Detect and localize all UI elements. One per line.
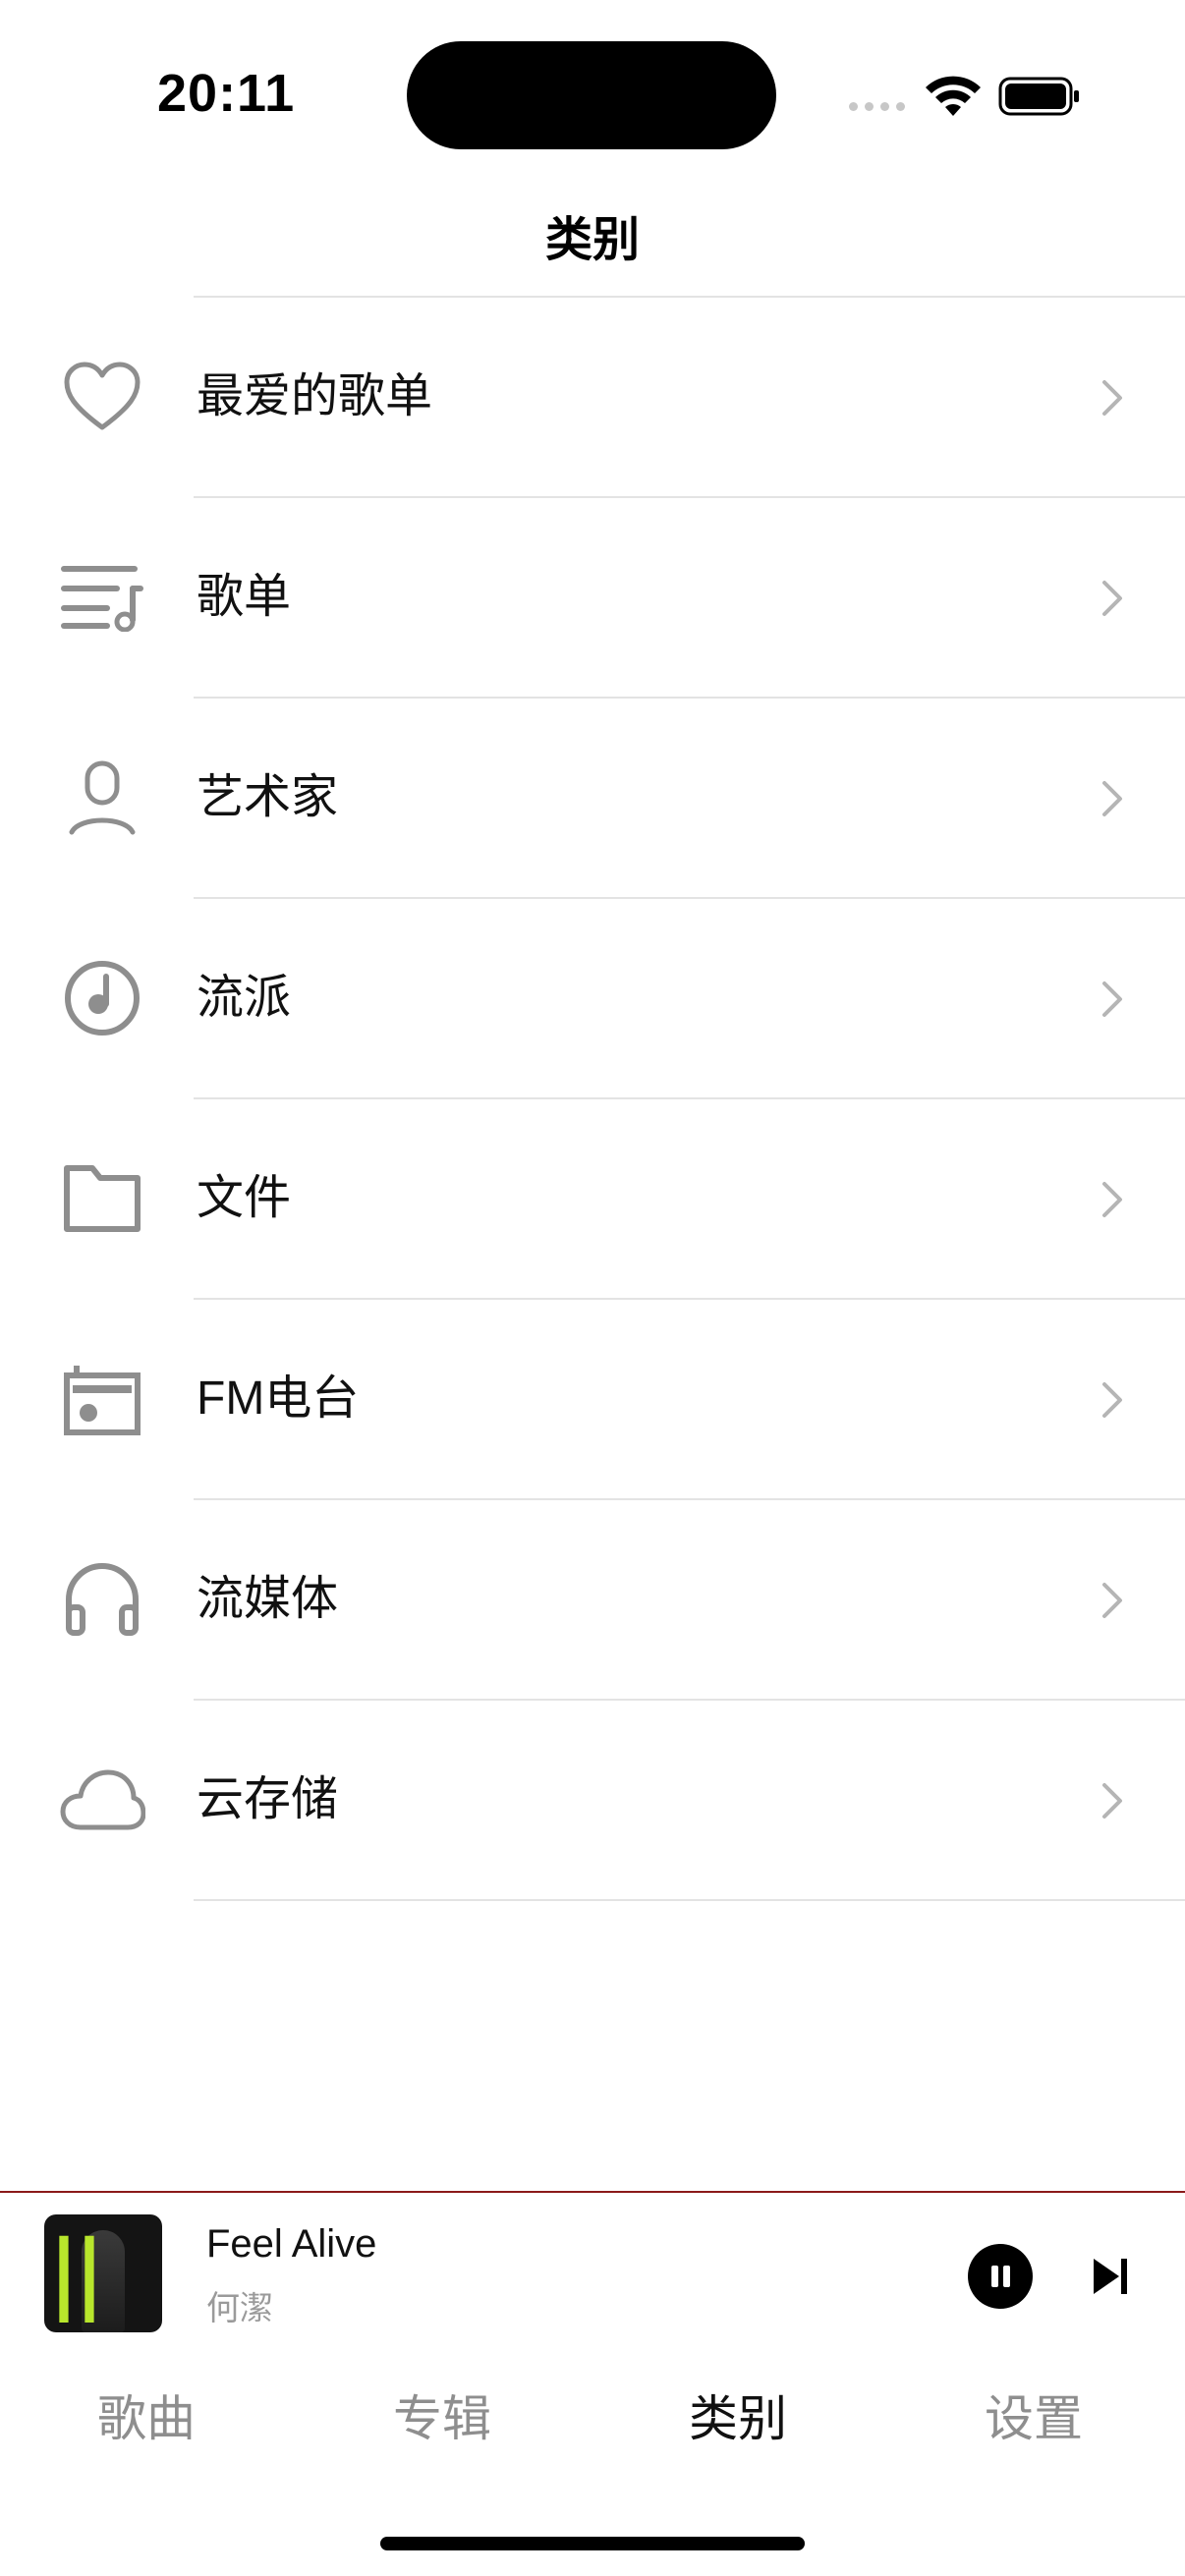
cellular-signal-icon	[849, 102, 905, 111]
category-label: 云存储	[197, 1773, 339, 1825]
pause-button[interactable]	[968, 2244, 1033, 2309]
headphones-icon	[57, 1557, 147, 1642]
chevron-right-icon	[1102, 581, 1122, 616]
category-label: 文件	[197, 1172, 292, 1224]
category-row-genres[interactable]: 流派	[0, 899, 1185, 1097]
status-time: 20:11	[157, 64, 296, 123]
folder-icon	[57, 1156, 147, 1241]
home-indicator[interactable]	[380, 2537, 805, 2550]
chevron-right-icon	[1102, 1783, 1122, 1819]
category-label: 艺术家	[197, 771, 339, 823]
cover-art-glyph: ||	[48, 2220, 105, 2323]
now-playing-title: Feel Alive	[206, 2222, 377, 2266]
tab-settings[interactable]: 设置	[935, 2360, 1132, 2478]
person-icon	[57, 756, 147, 840]
cloud-icon	[57, 1758, 147, 1842]
genre-icon	[57, 956, 147, 1040]
category-row-favorite-playlists[interactable]: 最爱的歌单	[0, 298, 1185, 496]
category-row-playlists[interactable]: 歌单	[0, 498, 1185, 697]
category-row-artists[interactable]: 艺术家	[0, 699, 1185, 897]
dynamic-island	[407, 41, 776, 149]
chevron-right-icon	[1102, 1382, 1122, 1418]
now-playing-artist: 何潔	[206, 2290, 273, 2327]
chevron-right-icon	[1102, 781, 1122, 816]
category-label: 最爱的歌单	[197, 370, 433, 422]
category-list: 最爱的歌单 歌单 艺术家 流派 文件 FM电台 流媒体 云存储	[0, 296, 1185, 1901]
category-label: 歌单	[197, 571, 292, 623]
wifi-icon	[926, 76, 981, 116]
tab-albums[interactable]: 专辑	[344, 2360, 540, 2478]
battery-icon	[998, 77, 1079, 116]
playlist-icon	[57, 555, 147, 640]
next-track-icon[interactable]	[1091, 2256, 1130, 2297]
chevron-right-icon	[1102, 1182, 1122, 1217]
page-title: 类别	[544, 214, 640, 266]
mini-player[interactable]: || Feel Alive 何潔	[0, 2193, 1185, 2360]
chevron-right-icon	[1102, 380, 1122, 416]
category-row-streaming[interactable]: 流媒体	[0, 1500, 1185, 1699]
chevron-right-icon	[1102, 981, 1122, 1017]
tab-bar: 歌曲 专辑 类别 设置	[0, 2360, 1185, 2478]
category-row-files[interactable]: 文件	[0, 1099, 1185, 1298]
radio-icon	[57, 1357, 147, 1441]
category-row-fm-radio[interactable]: FM电台	[0, 1300, 1185, 1498]
tab-categories[interactable]: 类别	[640, 2360, 836, 2478]
category-row-cloud-storage[interactable]: 云存储	[0, 1701, 1185, 1899]
tab-songs[interactable]: 歌曲	[48, 2360, 245, 2478]
heart-icon	[57, 355, 147, 439]
album-cover[interactable]: ||	[44, 2214, 162, 2332]
chevron-right-icon	[1102, 1583, 1122, 1618]
category-label: FM电台	[197, 1372, 360, 1425]
category-label: 流媒体	[197, 1573, 339, 1625]
list-divider	[194, 1899, 1185, 1901]
category-label: 流派	[197, 972, 292, 1024]
